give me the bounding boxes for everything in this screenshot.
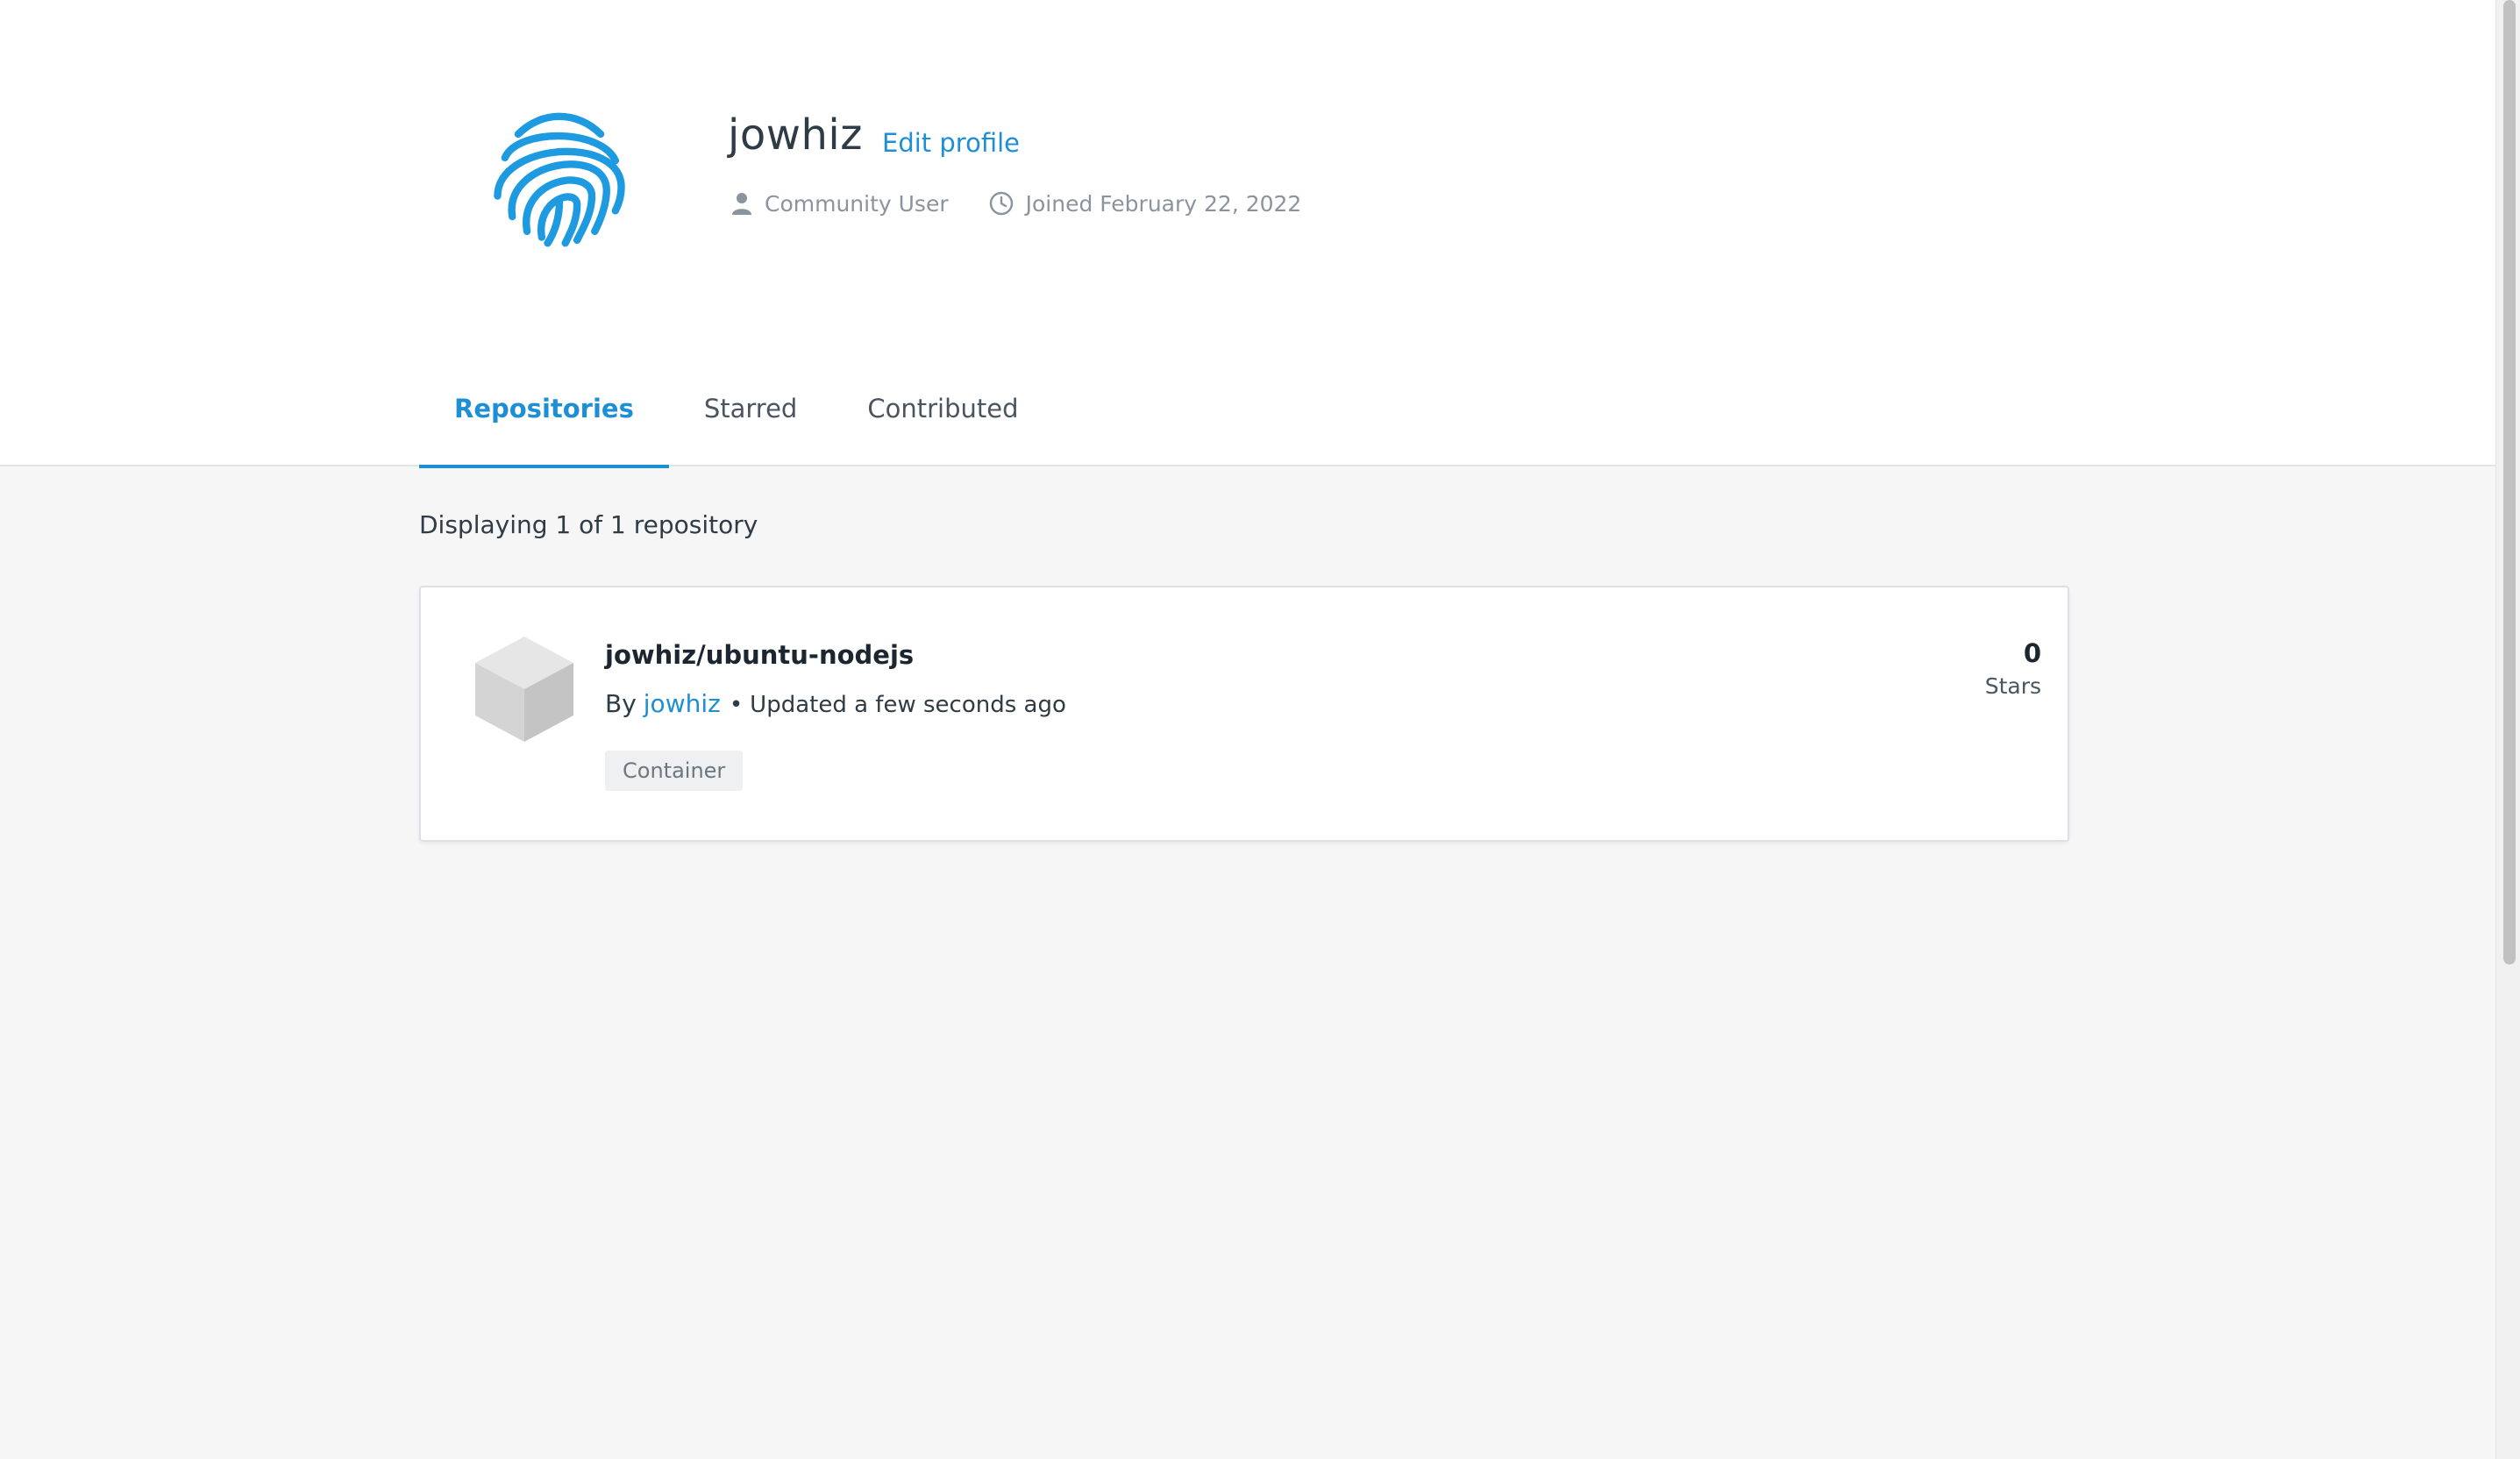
fingerprint-icon bbox=[494, 112, 625, 247]
scrollbar-thumb[interactable] bbox=[2503, 0, 2516, 964]
repository-byline: By jowhiz • Updated a few seconds ago bbox=[605, 689, 1066, 718]
tab-repositories[interactable]: Repositories bbox=[419, 368, 669, 468]
user-icon bbox=[732, 193, 751, 215]
cube-icon bbox=[475, 637, 573, 742]
repository-type-badge: Container bbox=[605, 751, 744, 791]
repository-stars: 0 Stars bbox=[1985, 638, 2041, 699]
scrollbar[interactable] bbox=[2495, 0, 2520, 1459]
profile-header: jowhiz Edit profile Community User Joine… bbox=[0, 0, 2495, 468]
repository-by-label: By bbox=[605, 689, 637, 718]
results-summary: Displaying 1 of 1 repository bbox=[419, 510, 758, 539]
tab-starred[interactable]: Starred bbox=[669, 368, 833, 466]
profile-page: jowhiz Edit profile Community User Joine… bbox=[0, 0, 2520, 1459]
profile-role-label: Community User bbox=[765, 190, 949, 217]
repository-updated: Updated a few seconds ago bbox=[750, 692, 1066, 718]
profile-joined: Joined February 22, 2022 bbox=[989, 190, 1302, 217]
stars-count: 0 bbox=[2023, 638, 2041, 668]
profile-joined-label: Joined February 22, 2022 bbox=[1025, 190, 1302, 217]
repository-name[interactable]: jowhiz/ubuntu-nodejs bbox=[605, 640, 914, 670]
repository-author-link[interactable]: jowhiz bbox=[644, 689, 721, 718]
stars-label: Stars bbox=[1984, 673, 2041, 699]
profile-meta: Community User Joined February 22, 2022 bbox=[731, 188, 1342, 219]
edit-profile-link[interactable]: Edit profile bbox=[882, 128, 1020, 158]
profile-tabs: Repositories Starred Contributed bbox=[419, 368, 1053, 468]
clock-icon bbox=[989, 191, 1013, 216]
tab-contributed[interactable]: Contributed bbox=[832, 368, 1053, 466]
byline-separator: • bbox=[729, 692, 744, 718]
repository-card[interactable]: jowhiz/ubuntu-nodejs By jowhiz • Updated… bbox=[419, 586, 2069, 842]
profile-username: jowhiz bbox=[728, 110, 863, 160]
profile-role: Community User bbox=[731, 191, 949, 217]
